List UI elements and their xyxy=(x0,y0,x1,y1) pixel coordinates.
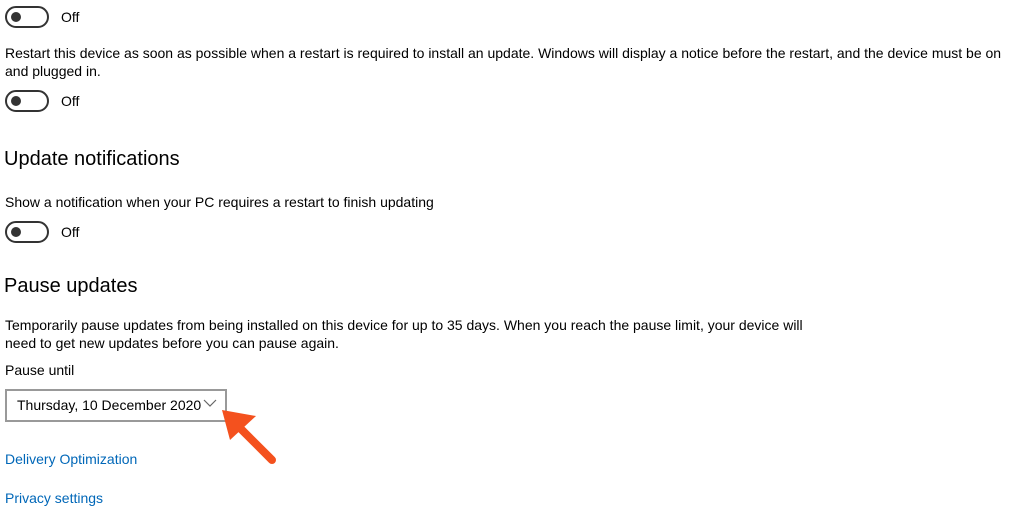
pause-updates-heading: Pause updates xyxy=(4,275,138,297)
restart-description: Restart this device as soon as possible … xyxy=(5,45,1002,79)
pause-until-dropdown[interactable]: Thursday, 10 December 2020 xyxy=(5,389,227,422)
toggle-state-1: Off xyxy=(61,9,80,25)
pause-until-label: Pause until xyxy=(5,362,75,378)
update-notifications-heading: Update notifications xyxy=(4,148,180,170)
update-notifications-description: Show a notification when your PC require… xyxy=(5,194,434,210)
privacy-settings-link[interactable]: Privacy settings xyxy=(5,490,103,506)
toggle-knob xyxy=(11,96,21,106)
selected-date: Thursday, 10 December 2020 xyxy=(17,397,202,413)
restart-toggle-state: Off xyxy=(61,93,80,109)
delivery-optimization-link[interactable]: Delivery Optimization xyxy=(5,451,137,467)
toggle-switch-1[interactable] xyxy=(5,6,49,28)
notification-toggle-state: Off xyxy=(61,224,80,240)
toggle-knob xyxy=(11,227,21,237)
pause-updates-description: Temporarily pause updates from being ins… xyxy=(5,317,803,351)
notification-toggle[interactable] xyxy=(5,221,49,243)
restart-toggle[interactable] xyxy=(5,90,49,112)
arrow-annotation-icon xyxy=(222,410,276,464)
toggle-knob xyxy=(11,12,21,22)
